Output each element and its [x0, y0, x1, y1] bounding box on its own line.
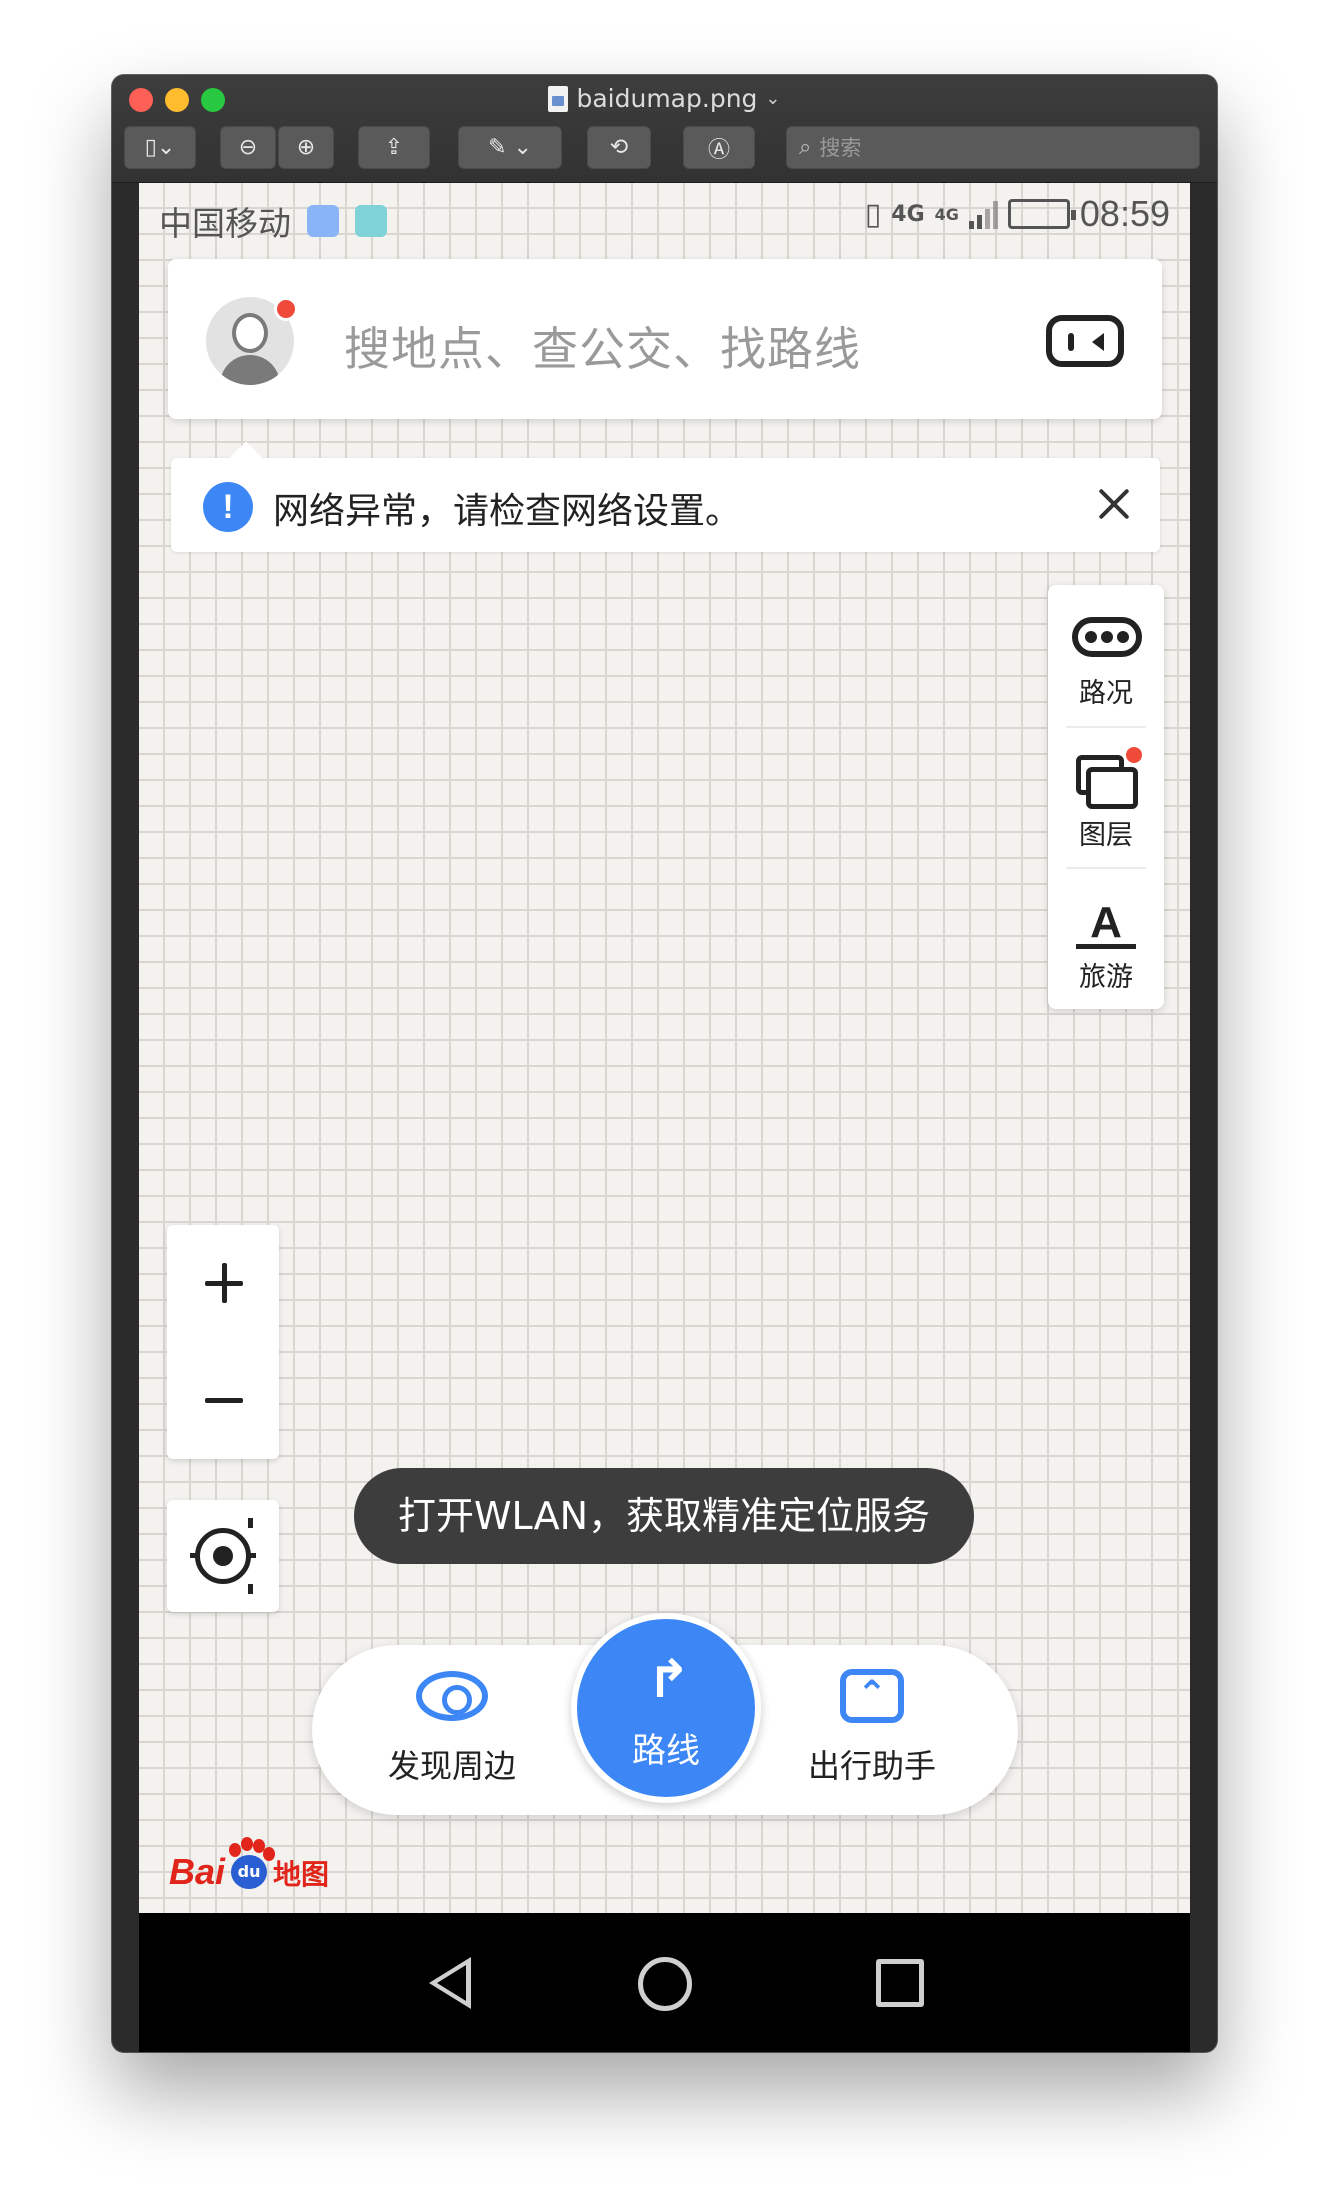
- zoom-in-icon: ⊕: [296, 135, 316, 160]
- traffic-button[interactable]: 路况: [1048, 585, 1164, 725]
- share-button[interactable]: ⇪: [358, 126, 430, 169]
- annotate-button[interactable]: Ⓐ: [683, 126, 755, 169]
- pen-icon: ✎ ⌄: [488, 135, 532, 160]
- route-label: 路线: [632, 1731, 700, 1771]
- chevron-down-icon: ⌄: [765, 88, 781, 109]
- network-error-text: 网络异常，请检查网络设置。: [273, 491, 742, 532]
- preview-window: baidumap.png ⌄ ▯⌄ ⊖ ⊕ ⇪ ✎ ⌄ ⟲ Ⓐ ⌕ 搜索 中国移…: [112, 75, 1217, 2052]
- info-alert-icon: !: [203, 482, 253, 532]
- logo-bai: Bai: [169, 1851, 226, 1892]
- recent-apps-icon[interactable]: [876, 1959, 924, 2007]
- baidu-map-logo: Bai du 地图: [169, 1833, 329, 1893]
- layers-label: 图层: [1079, 820, 1133, 851]
- route-button[interactable]: ↱ 路线: [571, 1613, 761, 1803]
- route-arrow-icon: ↱: [647, 1650, 691, 1710]
- travel-assistant-button[interactable]: ⌃ 出行助手: [772, 1645, 972, 1815]
- vibrate-icon: ▯: [864, 196, 882, 232]
- signal-strength-icon: [968, 199, 998, 229]
- search-input[interactable]: 搜地点、查公交、找路线: [344, 313, 861, 379]
- rotate-button[interactable]: ⟲: [587, 126, 651, 169]
- zoom-out-button[interactable]: ⊖: [220, 126, 276, 169]
- baidu-paw-icon: du: [225, 1837, 276, 1893]
- markup-circle-icon: Ⓐ: [707, 137, 730, 163]
- home-icon[interactable]: [638, 1957, 692, 2011]
- close-icon[interactable]: [1090, 480, 1138, 528]
- travel-assistant-icon: ⌃: [840, 1669, 904, 1723]
- zoom-out-map-button[interactable]: [167, 1342, 279, 1459]
- layers-button[interactable]: 图层: [1048, 727, 1164, 867]
- carrier-name: 中国移动: [159, 205, 291, 242]
- window-title[interactable]: baidumap.png ⌄: [112, 84, 1217, 113]
- image-file-icon: [548, 85, 569, 112]
- travel-icon: A: [1074, 897, 1138, 949]
- logo-du: du: [231, 1855, 268, 1889]
- wlan-toast: 打开WLAN，获取精准定位服务: [354, 1468, 974, 1564]
- location-notification-icon: [307, 205, 339, 237]
- discover-nearby-button[interactable]: 发现周边: [352, 1645, 552, 1815]
- discover-nearby-label: 发现周边: [387, 1747, 516, 1785]
- markup-button[interactable]: ✎ ⌄: [458, 126, 562, 169]
- sidebar-icon: ▯⌄: [144, 135, 176, 160]
- sidebar-toggle-button[interactable]: ▯⌄: [124, 126, 196, 169]
- locate-button[interactable]: [167, 1500, 279, 1612]
- zoom-out-icon: ⊖: [238, 135, 258, 160]
- voice-assistant-icon[interactable]: [1046, 315, 1124, 367]
- avatar-notification-dot: [274, 297, 298, 321]
- network-type-right: 4G: [934, 204, 959, 224]
- layers-notification-dot: [1126, 747, 1142, 763]
- back-icon[interactable]: [429, 1957, 471, 2009]
- toolbar-search-input[interactable]: [819, 135, 1160, 160]
- clock: 08:59: [1079, 193, 1170, 234]
- toolbar-search[interactable]: ⌕: [786, 126, 1200, 169]
- layers-icon: [1076, 755, 1138, 809]
- eye-icon: [416, 1671, 488, 1721]
- phone-screen: 中国移动 ▯ 4G 4G 08:59 搜地点、查公交、找路线 ! 网络异常，请检…: [139, 183, 1190, 2052]
- avatar-head: [232, 313, 268, 353]
- rotate-icon: ⟲: [609, 135, 629, 160]
- system-navigation-bar: [139, 1913, 1190, 2052]
- zoom-controls: [167, 1225, 279, 1459]
- traffic-label: 路况: [1079, 678, 1133, 709]
- network-type-left: 4G: [891, 201, 925, 227]
- travel-button[interactable]: A 旅游: [1048, 869, 1164, 1009]
- status-icons: ▯ 4G 4G 08:59: [865, 193, 1170, 235]
- android-notification-icon: [355, 205, 387, 237]
- search-card[interactable]: 搜地点、查公交、找路线: [168, 259, 1162, 419]
- window-titlebar: baidumap.png ⌄ ▯⌄ ⊖ ⊕ ⇪ ✎ ⌄ ⟲ Ⓐ ⌕: [112, 75, 1217, 183]
- travel-assistant-label: 出行助手: [807, 1747, 936, 1785]
- logo-map-text: 地图: [273, 1858, 330, 1891]
- share-icon: ⇪: [384, 135, 404, 160]
- locate-icon: [190, 1528, 256, 1584]
- search-icon: ⌕: [799, 135, 812, 160]
- network-error-banner: ! 网络异常，请检查网络设置。: [171, 458, 1160, 552]
- travel-label: 旅游: [1079, 962, 1133, 993]
- zoom-in-button[interactable]: ⊕: [278, 126, 334, 169]
- map-tools-panel: 路况 图层 A 旅游: [1048, 585, 1164, 1009]
- avatar-body: [220, 355, 280, 385]
- window-title-text: baidumap.png: [576, 84, 758, 113]
- status-bar: 中国移动 ▯ 4G 4G 08:59: [139, 183, 1190, 257]
- zoom-in-map-button[interactable]: [167, 1225, 279, 1342]
- traffic-icon: [1072, 617, 1142, 657]
- battery-icon: [1007, 199, 1076, 229]
